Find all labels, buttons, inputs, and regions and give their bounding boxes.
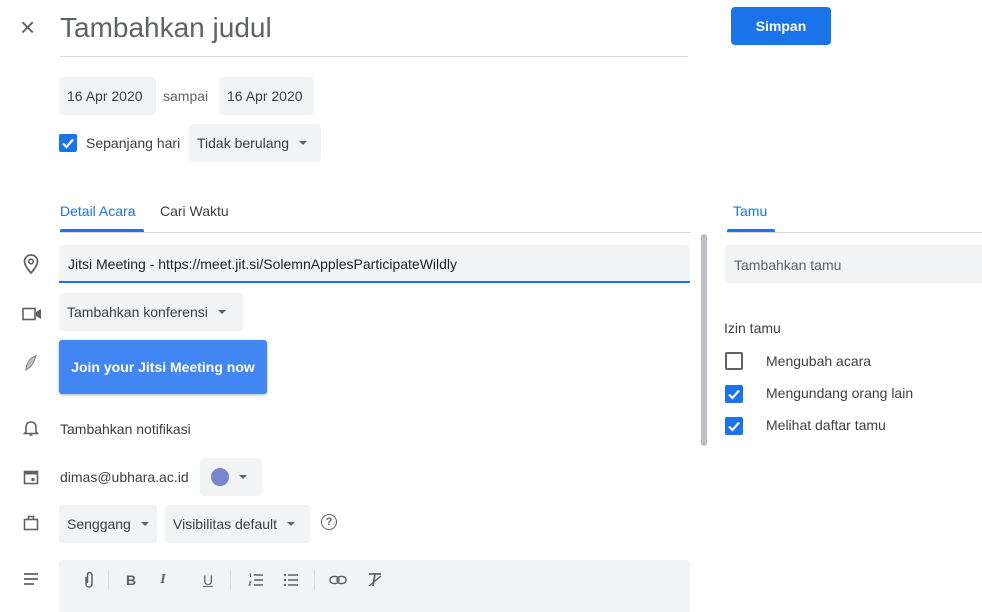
chevron-down-icon — [239, 475, 247, 479]
attachment-icon[interactable] — [78, 569, 100, 591]
tabs-divider — [60, 232, 690, 233]
tab-cari-waktu[interactable]: Cari Waktu — [160, 203, 229, 219]
permission-see-list-label: Melihat daftar tamu — [766, 417, 886, 433]
add-conference-label: Tambahkan konferensi — [67, 304, 208, 320]
end-date-chip[interactable]: 16 Apr 2020 — [219, 77, 314, 115]
title-underline — [60, 56, 688, 57]
calendar-owner: dimas@ubhara.ac.id — [60, 469, 189, 485]
repeat-dropdown[interactable]: Tidak berulang — [189, 124, 321, 162]
location-text: Jitsi Meeting - https://meet.jit.si/Sole… — [68, 256, 458, 272]
jitsi-logo-icon — [22, 353, 40, 373]
join-jitsi-button[interactable]: Join your Jitsi Meeting now — [59, 340, 267, 394]
busy-label: Senggang — [67, 516, 131, 532]
description-icon — [22, 570, 40, 588]
toolbar-separator — [108, 570, 109, 590]
add-notification-link[interactable]: Tambahkan notifikasi — [60, 421, 191, 437]
tab-guests[interactable]: Tamu — [733, 203, 767, 219]
scrollbar-thumb[interactable] — [701, 234, 707, 446]
calendar-color-swatch — [211, 468, 229, 486]
toolbar-separator — [230, 570, 231, 590]
save-button[interactable]: Simpan — [731, 7, 831, 45]
visibility-label: Visibilitas default — [173, 516, 278, 532]
add-guests-input[interactable]: Tambahkan tamu — [725, 245, 982, 283]
start-date-chip[interactable]: 16 Apr 2020 — [59, 77, 156, 115]
all-day-checkbox[interactable] — [59, 134, 77, 152]
calendar-color-dropdown[interactable] — [200, 458, 262, 496]
calendar-icon — [22, 468, 40, 486]
repeat-label: Tidak berulang — [197, 135, 290, 151]
permission-invite-checkbox[interactable] — [725, 385, 743, 403]
date-to-label: sampai — [163, 88, 209, 104]
permission-modify-checkbox[interactable] — [725, 352, 743, 370]
toolbar-separator — [314, 570, 315, 590]
video-camera-icon — [22, 305, 42, 323]
close-icon[interactable]: × — [20, 14, 35, 40]
bold-button[interactable]: B — [120, 569, 142, 591]
italic-button[interactable]: I — [152, 569, 174, 591]
briefcase-icon — [22, 514, 40, 532]
chevron-down-icon — [140, 522, 149, 526]
busy-dropdown[interactable]: Senggang — [59, 505, 157, 543]
location-input[interactable]: Jitsi Meeting - https://meet.jit.si/Sole… — [59, 245, 690, 283]
guest-permissions-title: Izin tamu — [724, 320, 781, 336]
location-pin-icon — [22, 253, 40, 275]
add-guests-placeholder: Tambahkan tamu — [734, 257, 842, 273]
bulleted-list-icon[interactable] — [280, 569, 302, 591]
visibility-dropdown[interactable]: Visibilitas default — [165, 505, 310, 543]
title-input[interactable]: Tambahkan judul — [60, 10, 272, 46]
help-icon[interactable]: ? — [321, 514, 337, 530]
link-icon[interactable] — [327, 569, 349, 591]
chevron-down-icon — [217, 310, 226, 314]
numbered-list-icon[interactable] — [245, 569, 267, 591]
clear-formatting-icon[interactable] — [364, 569, 386, 591]
permission-see-list-checkbox[interactable] — [725, 417, 743, 435]
underline-button[interactable]: U — [197, 569, 219, 591]
tab-detail-acara[interactable]: Detail Acara — [60, 203, 135, 219]
permission-invite-label: Mengundang orang lain — [766, 385, 914, 401]
guests-tabs-divider — [727, 232, 982, 233]
all-day-label: Sepanjang hari — [86, 135, 181, 151]
chevron-down-icon — [287, 522, 296, 526]
bell-icon — [22, 418, 40, 438]
chevron-down-icon — [299, 141, 308, 145]
add-conference-dropdown[interactable]: Tambahkan konferensi — [59, 293, 243, 331]
permission-modify-label: Mengubah acara — [766, 353, 872, 369]
